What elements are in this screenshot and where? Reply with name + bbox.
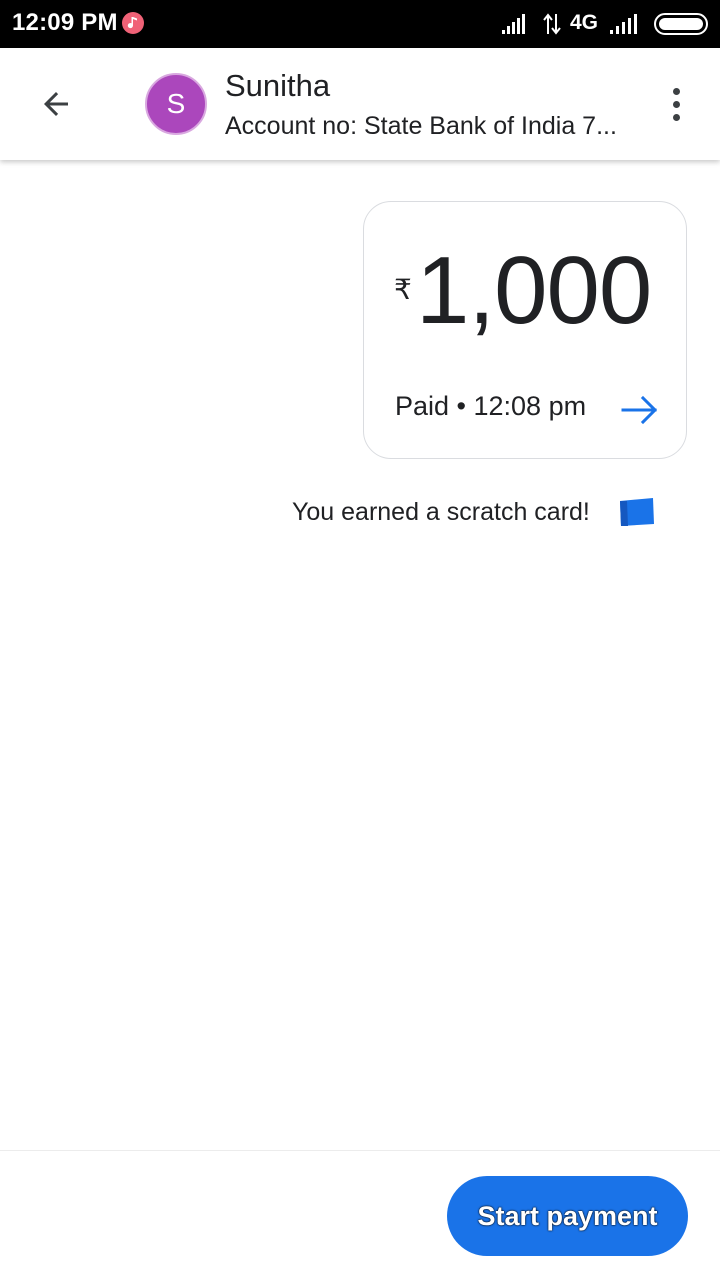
contact-name[interactable]: Sunitha <box>225 68 330 104</box>
app-bar: S Sunitha Account no: State Bank of Indi… <box>0 48 720 160</box>
start-payment-button[interactable]: Start payment <box>447 1176 688 1256</box>
scratch-card-icon[interactable] <box>618 498 656 528</box>
payment-status: Paid • 12:08 pm <box>395 391 587 421</box>
data-arrows-icon <box>543 13 561 35</box>
signal-icon <box>610 14 637 34</box>
battery-level <box>659 18 703 30</box>
reward-text[interactable]: You earned a scratch card! <box>292 498 590 527</box>
music-notification-icon <box>122 12 144 34</box>
more-vertical-icon <box>672 87 680 95</box>
signal-icon <box>502 14 525 34</box>
currency-symbol: ₹ <box>394 274 412 305</box>
account-number: Account no: State Bank of India 7... <box>225 112 617 140</box>
arrow-right-icon[interactable] <box>620 392 660 428</box>
payment-card[interactable]: ₹ 1,000 Paid • 12:08 pm <box>363 201 687 459</box>
back-button[interactable] <box>26 74 86 134</box>
status-bar: 12:09 PM 4G <box>0 0 720 48</box>
status-time: 12:09 PM <box>12 9 118 36</box>
battery-icon <box>654 13 708 35</box>
network-type: 4G <box>570 11 599 34</box>
avatar[interactable]: S <box>145 73 207 135</box>
arrow-left-icon <box>44 92 68 116</box>
payment-amount: 1,000 <box>416 237 652 344</box>
bottom-divider <box>0 1150 720 1151</box>
more-options-button[interactable] <box>652 74 700 134</box>
